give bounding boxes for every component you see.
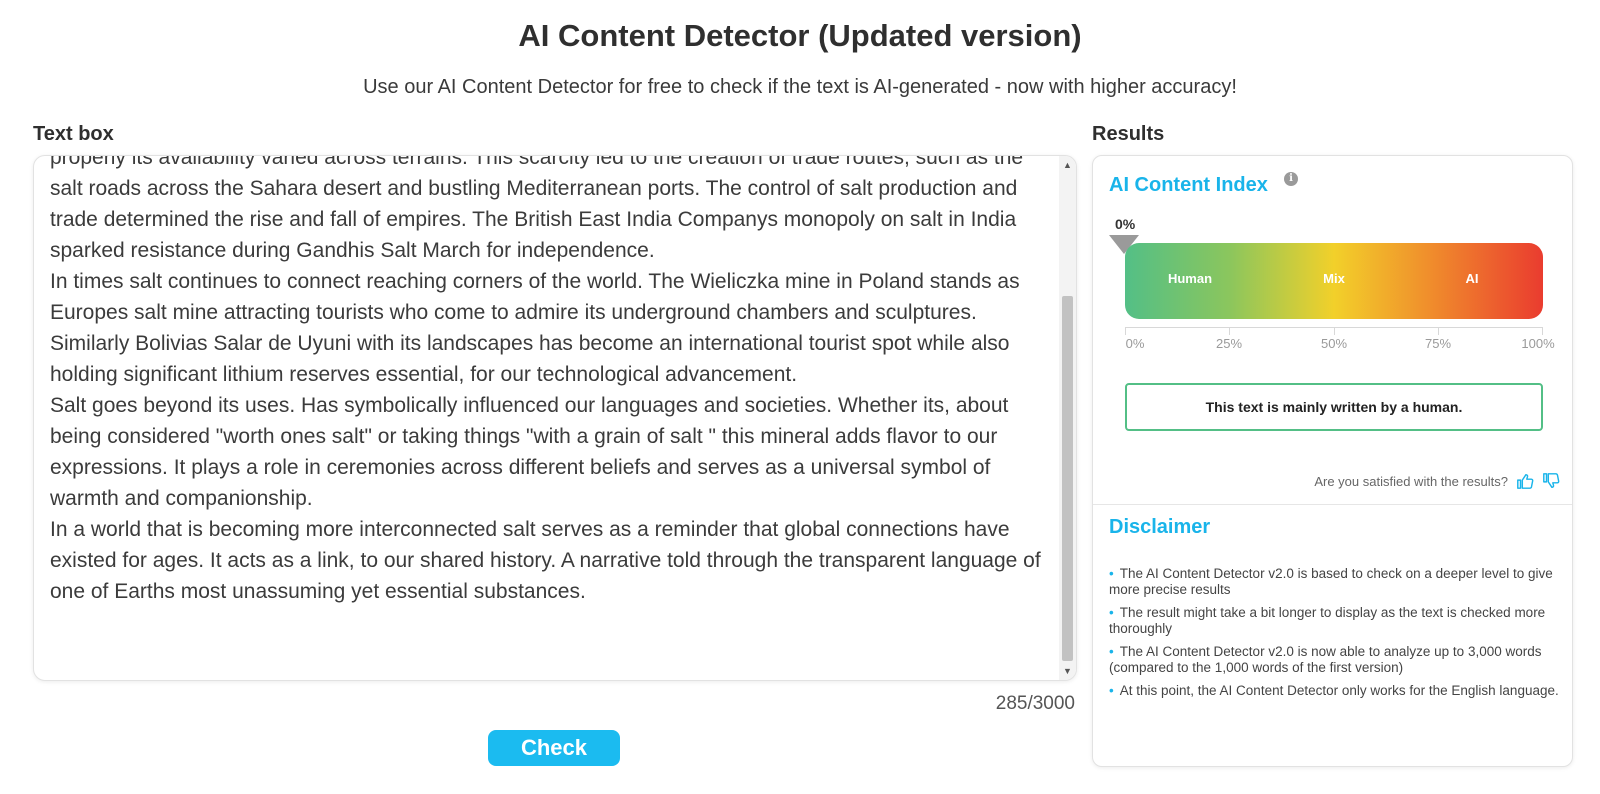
gauge-label-ai: AI [1465, 271, 1479, 286]
scale-label: 50% [1320, 336, 1348, 351]
list-item: • The AI Content Detector v2.0 is now abl… [1109, 644, 1542, 675]
text-paragraph: In a world that is becoming more interco… [50, 518, 1041, 603]
textbox-label: Text box [33, 123, 114, 145]
scale-tick [1125, 327, 1126, 335]
scrollbar[interactable]: ▲ ▼ [1059, 156, 1076, 680]
results-card: AI Content Index i 0% Human Mix AI 0% 25… [1092, 155, 1573, 767]
scroll-thumb[interactable] [1062, 296, 1073, 661]
ai-content-index-title: AI Content Index [1109, 174, 1268, 196]
check-button[interactable]: Check [488, 730, 620, 766]
info-icon[interactable]: i [1284, 172, 1298, 186]
scale-tick [1542, 327, 1543, 335]
disclaimer-title: Disclaimer [1109, 516, 1211, 538]
text-content[interactable]: properly its availability varied across … [50, 155, 1050, 607]
list-item: • The result might take a bit longer to d… [1109, 605, 1546, 636]
result-verdict: This text is mainly written by a human. [1125, 383, 1543, 431]
disclaimer-text: The AI Content Detector v2.0 is based to… [1109, 566, 1553, 597]
gauge-label-mix: Mix [1323, 271, 1345, 286]
scale-label: 75% [1424, 336, 1452, 351]
section-divider [1093, 504, 1572, 505]
page-subtitle: Use our AI Content Detector for free to … [363, 76, 1237, 98]
feedback-row: Are you satisfied with the results? [1314, 472, 1560, 490]
score-label: 0% [1115, 216, 1136, 232]
disclaimer-text: The AI Content Detector v2.0 is now able… [1109, 644, 1542, 675]
thumbs-up-icon[interactable] [1516, 472, 1534, 490]
disclaimer-text: The result might take a bit longer to di… [1109, 605, 1546, 636]
results-label: Results [1092, 123, 1165, 145]
scroll-up-arrow-icon[interactable]: ▲ [1059, 158, 1076, 172]
text-input-area[interactable]: properly its availability varied across … [33, 155, 1077, 681]
list-item: • The AI Content Detector v2.0 is based t… [1109, 566, 1553, 597]
gauge-label-human: Human [1167, 271, 1213, 286]
scale-label: 0% [1125, 336, 1145, 351]
scroll-down-arrow-icon[interactable]: ▼ [1059, 664, 1076, 678]
ai-gauge-bar: Human Mix AI [1125, 243, 1543, 319]
scale-tick [1334, 327, 1335, 335]
scale-label: 100% [1521, 336, 1555, 351]
scale-tick [1229, 327, 1230, 335]
list-item: • At this point, the AI Content Detector … [1109, 683, 1559, 698]
text-paragraph: Salt goes beyond its uses. Has symbolica… [50, 394, 1009, 510]
page-title: AI Content Detector (Updated version) [518, 18, 1082, 53]
disclaimer-text: At this point, the AI Content Detector o… [1119, 683, 1559, 698]
feedback-question: Are you satisfied with the results? [1314, 473, 1508, 489]
scale-label: 25% [1215, 336, 1243, 351]
disclaimer-list: • The AI Content Detector v2.0 is based t… [1109, 566, 1559, 706]
text-paragraph: In times salt continues to connect reach… [50, 270, 1020, 386]
text-paragraph: properly its availability varied across … [50, 155, 1024, 262]
word-counter: 285/3000 [995, 693, 1075, 714]
scale-tick [1438, 327, 1439, 335]
thumbs-down-icon[interactable] [1542, 472, 1560, 490]
